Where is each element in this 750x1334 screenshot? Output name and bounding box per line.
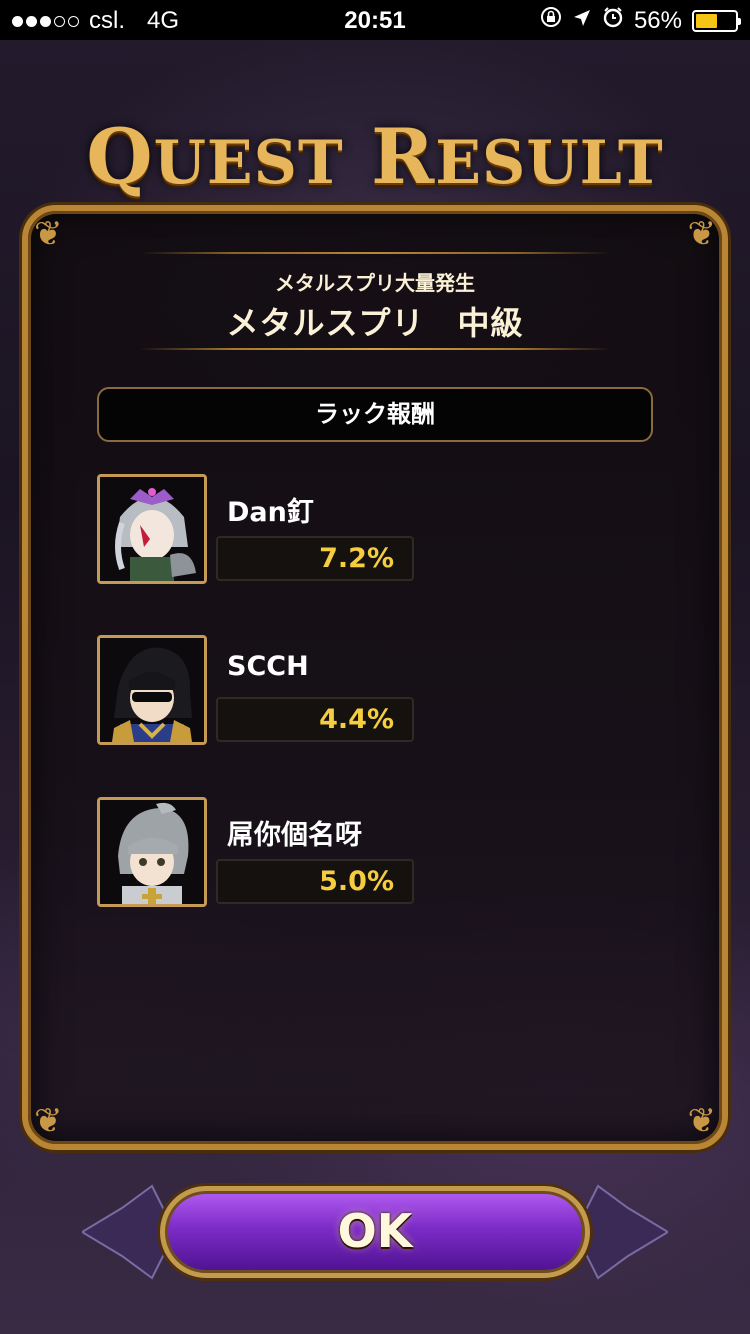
player-row: 屌你個名呀 5.0% <box>97 797 427 909</box>
orientation-lock-icon <box>540 6 562 35</box>
black-hair-sunglasses-avatar[interactable] <box>97 635 207 745</box>
title-letter: Q <box>86 112 154 201</box>
player-row: SCCH 4.4% <box>97 635 427 747</box>
battery-icon <box>692 9 741 32</box>
luck-rate: 5.0% <box>216 859 414 904</box>
player-name: Dan釘 <box>227 497 314 528</box>
grey-hair-knight-avatar[interactable] <box>97 797 207 907</box>
corner-ornament-icon: ❦ <box>34 214 63 254</box>
luck-reward-header: ラック報酬 <box>97 387 653 442</box>
location-arrow-icon <box>572 7 592 35</box>
player-name: 屌你個名呀 <box>227 820 362 851</box>
battery-percent: 56% <box>633 6 682 34</box>
divider <box>140 252 610 254</box>
corner-ornament-icon: ❦ <box>687 1101 717 1141</box>
status-bar: csl. 4G 20:51 56% <box>0 0 750 40</box>
battery-fill <box>696 13 718 28</box>
title-letter: R <box>371 112 436 201</box>
divider <box>140 348 610 350</box>
status-right: 56% <box>540 6 741 35</box>
player-row: Dan釘 7.2% <box>97 474 427 586</box>
title-letters: UEST <box>153 128 344 198</box>
luck-rate: 7.2% <box>216 536 414 581</box>
event-name: メタルスプリ大量発生 <box>275 271 475 295</box>
alarm-icon <box>602 6 624 35</box>
quest-result-title: QUEST RESULT <box>0 112 750 201</box>
player-name: SCCH <box>227 651 309 682</box>
title-letters: ESULT <box>435 128 664 198</box>
stage-name: メタルスプリ 中級 <box>226 304 524 342</box>
corner-ornament-icon: ❦ <box>687 214 717 254</box>
masked-silver-hair-avatar[interactable] <box>97 474 207 584</box>
corner-ornament-icon: ❦ <box>34 1101 63 1141</box>
luck-rate: 4.4% <box>216 697 414 742</box>
ok-button[interactable]: OK <box>160 1186 590 1278</box>
